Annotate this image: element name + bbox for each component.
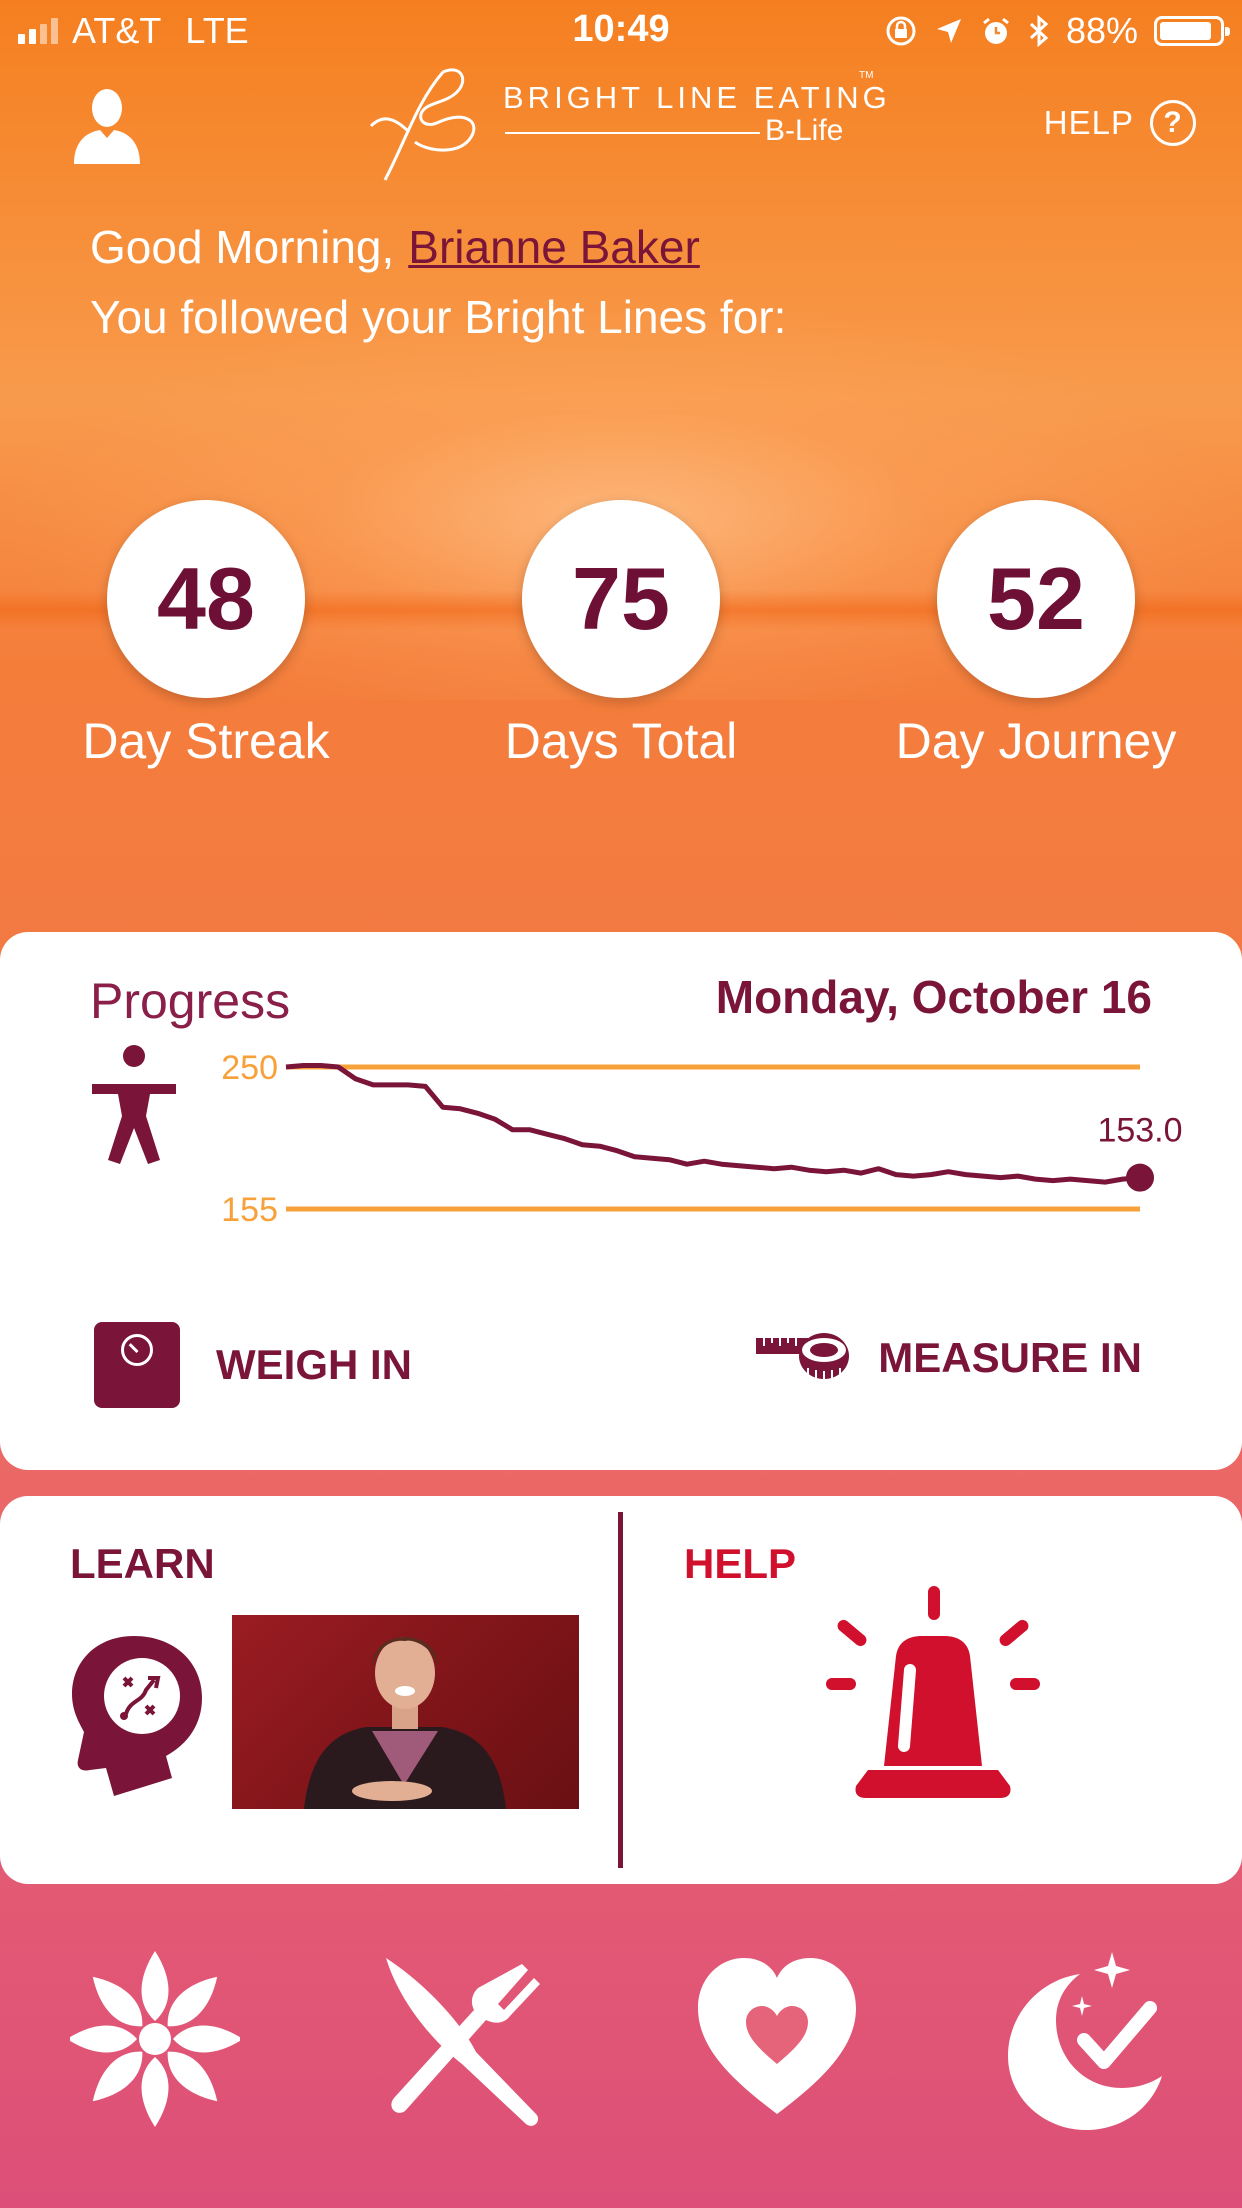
nav-lotus[interactable]: [67, 1944, 243, 2134]
stat-day-journey[interactable]: 52 Day Journey: [866, 500, 1206, 770]
stat-label: Day Journey: [895, 713, 1177, 769]
stat-label: Day Streak: [82, 713, 330, 769]
stat-value: 48: [107, 500, 305, 698]
lotus-icon: [67, 1951, 243, 2127]
greeting: Good Morning, Brianne Baker You followed …: [90, 212, 786, 352]
latest-weight-point: [1126, 1163, 1154, 1192]
logo-title: BRIGHT LINE EATING: [503, 80, 891, 115]
stat-days-total[interactable]: 75 Days Total: [451, 500, 791, 770]
measure-in-button[interactable]: MEASURE IN: [756, 1330, 1142, 1386]
help-button[interactable]: HELP ?: [1044, 100, 1196, 146]
learn-video-thumbnail[interactable]: [232, 1615, 579, 1809]
stat-day-streak[interactable]: 48 Day Streak: [36, 500, 376, 770]
logo-subtitle: B-Life: [765, 114, 844, 147]
progress-card[interactable]: Progress Monday, October 16 250 155 153.0 …: [0, 932, 1242, 1470]
help-section-title[interactable]: HELP: [684, 1540, 796, 1588]
user-name-link[interactable]: Brianne Baker: [408, 221, 700, 273]
nav-food[interactable]: [376, 1944, 546, 2134]
knife-fork-icon: [386, 1958, 540, 2126]
weight-chart[interactable]: 250 155 153.0: [60, 1032, 1190, 1272]
card-divider: [618, 1512, 623, 1868]
nav-night[interactable]: [1000, 1944, 1170, 2134]
alarm-icon: [983, 17, 1009, 44]
logo-trademark: TM: [859, 70, 874, 81]
reference-label: 155: [221, 1191, 278, 1229]
tape-measure-icon: [756, 1333, 850, 1379]
body-figure-icon: [92, 1045, 176, 1164]
weigh-in-label: WEIGH IN: [216, 1341, 412, 1388]
weigh-in-button[interactable]: WEIGH IN: [94, 1322, 412, 1408]
help-label: HELP: [1043, 104, 1134, 141]
scale-icon: [94, 1322, 180, 1408]
stat-value: 52: [937, 500, 1135, 698]
reference-label: 250: [221, 1049, 278, 1087]
heart-icon: [698, 1958, 856, 2114]
bluetooth-icon: [1029, 14, 1049, 48]
help-question-icon: ?: [1150, 100, 1196, 146]
location-arrow-icon: [936, 19, 961, 43]
nav-heart[interactable]: [692, 1944, 862, 2134]
battery-icon: [1154, 16, 1230, 46]
learn-title[interactable]: LEARN: [70, 1540, 215, 1588]
weight-series-line: [285, 1063, 1141, 1185]
progress-date: Monday, October 16: [715, 971, 1152, 1023]
stat-value: 75: [522, 500, 720, 698]
profile-button[interactable]: [72, 88, 142, 164]
strategy-head-icon[interactable]: [68, 1632, 204, 1796]
greeting-subline: You followed your Bright Lines for:: [90, 291, 787, 343]
rotation-lock-icon: [886, 16, 916, 46]
logo-mark-icon: [369, 68, 476, 181]
logo-rule: [505, 132, 760, 134]
greeting-prefix: Good Morning,: [90, 221, 395, 273]
battery-percent: 88%: [1065, 10, 1138, 51]
stat-label: Days Total: [504, 713, 738, 769]
learn-help-card: LEARN HELP: [0, 1496, 1242, 1884]
user-icon: [74, 89, 140, 164]
measure-in-label: MEASURE IN: [878, 1334, 1142, 1381]
alarm-siren-icon[interactable]: [826, 1586, 1040, 1806]
latest-weight-label: 153.0: [1097, 1112, 1182, 1150]
presenter-image: [304, 1637, 506, 1809]
progress-title: Progress: [90, 973, 291, 1029]
app-logo: BRIGHT LINE EATING B-Life TM: [365, 62, 887, 182]
status-bar: AT&T LTE 10:49 88%: [0, 0, 1242, 60]
moon-check-icon: [1008, 1952, 1162, 2130]
